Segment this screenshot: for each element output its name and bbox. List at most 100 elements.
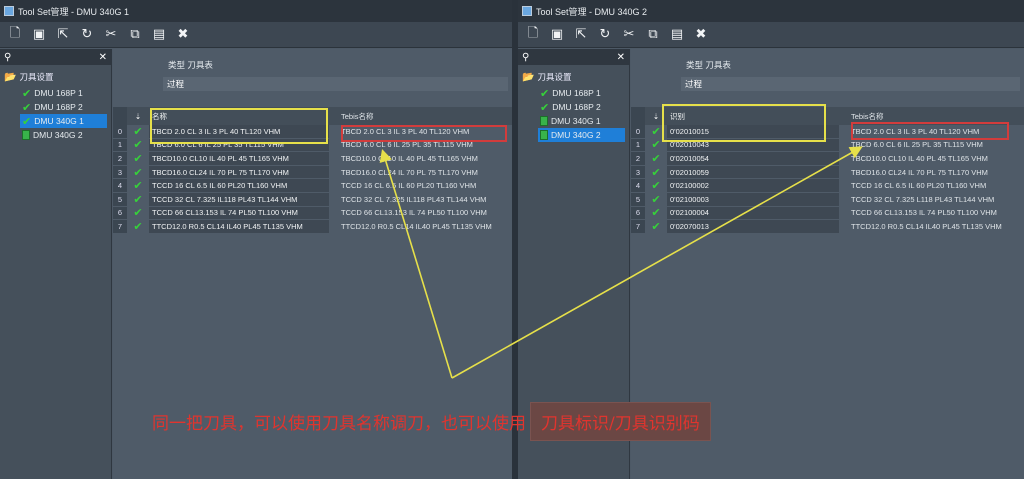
search-icon[interactable]: ⚲ bbox=[522, 52, 529, 63]
table-row[interactable]: 4 ✔ TCCD 16 CL 6.5 IL 60 PL20 TL160 VHM TCC… bbox=[113, 179, 512, 192]
meta-info: 类型 刀具表 bbox=[631, 49, 1024, 73]
app-icon bbox=[4, 6, 14, 16]
tree-item-dmu-168p-2[interactable]: ✔ DMU 168P 2 bbox=[20, 100, 107, 114]
save-icon[interactable]: ▣ bbox=[548, 26, 566, 44]
tree-item-dmu-168p-1[interactable]: ✔ DMU 168P 1 bbox=[20, 86, 107, 100]
tool-id: 0'02100003 bbox=[667, 192, 839, 206]
folder-icon: 📂 bbox=[4, 71, 17, 83]
row-index: 3 bbox=[113, 165, 127, 179]
tool-name: TCCD 32 CL 7.325 IL118 PL43 TL144 VHM bbox=[149, 192, 329, 206]
table-row[interactable]: 5 ✔ 0'02100003 TCCD 32 CL 7.325 L118 PL43 T… bbox=[631, 192, 1024, 206]
tree-item-label: DMU 168P 1 bbox=[552, 88, 601, 98]
table-row[interactable]: 7 ✔ TTCD12.0 R0.5 CL14 IL40 PL45 TL135 VHM… bbox=[113, 220, 512, 233]
tebis-name: TBCD16.0 CL24 IL 70 PL 75 TL170 VHM bbox=[341, 167, 478, 177]
check-icon: ✔ bbox=[651, 152, 661, 165]
paste-icon[interactable]: ▤ bbox=[668, 26, 686, 44]
tree-item-dmu-168p-1[interactable]: ✔ DMU 168P 1 bbox=[538, 86, 625, 100]
new-file-icon[interactable]: 🗋 bbox=[524, 26, 542, 44]
tree-item-label: DMU 340G 1 bbox=[34, 116, 84, 126]
table-row[interactable]: 2 ✔ TBCD10.0 CL10 IL 40 PL 45 TL165 VHM TBC… bbox=[113, 152, 512, 165]
tool-name: TTCD12.0 R0.5 CL14 IL40 PL45 TL135 VHM bbox=[149, 220, 329, 233]
table-row[interactable]: 3 ✔ TBCD16.0 CL24 IL 70 PL 75 TL170 VHM TBC… bbox=[113, 165, 512, 179]
delete-icon[interactable]: ✖ bbox=[174, 26, 192, 44]
row-index: 2 bbox=[113, 152, 127, 165]
tree-item-dmu-340g-2[interactable]: DMU 340G 2 bbox=[538, 128, 625, 142]
tree: 📂 刀具设置 ✔ DMU 168P 1 ✔ DMU 168P 2 DMU 340… bbox=[518, 65, 629, 148]
header-tebis-name[interactable]: Tebis名称 bbox=[329, 107, 512, 125]
table-row[interactable]: 7 ✔ 0'02070013 TTCD12.0 R0.5 CL14 IL40 PL45… bbox=[631, 220, 1024, 233]
copy-icon[interactable]: ⧉ bbox=[126, 26, 144, 44]
header-index bbox=[631, 107, 645, 125]
check-icon: ✔ bbox=[540, 100, 550, 114]
tool-name: TBCD10.0 CL10 IL 40 PL 45 TL165 VHM bbox=[149, 152, 329, 165]
tebis-name: TCCD 66 CL13.153 IL 74 PL50 TL100 VHM bbox=[851, 208, 997, 218]
caption-highlight: 刀具标识/刀具识别码 bbox=[530, 402, 711, 441]
export-icon[interactable]: ⇱ bbox=[572, 26, 590, 44]
annotation-caption: 同一把刀具，可以使用刀具名称调刀，也可以使用 刀具标识/刀具识别码 bbox=[152, 402, 711, 441]
row-index: 4 bbox=[113, 179, 127, 192]
refresh-icon[interactable]: ↻ bbox=[78, 26, 96, 44]
tool-name: TCCD 66 CL13.153 IL 74 PL50 TL100 VHM bbox=[149, 206, 329, 220]
tree-item-dmu-340g-1[interactable]: DMU 340G 1 bbox=[538, 114, 625, 128]
toolbar: 🗋 ▣ ⇱ ↻ ✂ ⧉ ▤ ✖ bbox=[0, 22, 512, 48]
table-row[interactable]: 6 ✔ 0'02100004 TCCD 66 CL13.153 IL 74 PL50 … bbox=[631, 206, 1024, 220]
tebis-name: TTCD12.0 R0.5 CL14 IL40 PL45 TL135 VHM bbox=[851, 221, 1002, 231]
tool-id: 0'02010059 bbox=[667, 165, 839, 179]
tebis-name: TBCD10.0 CL10 IL 40 PL 45 TL165 VHM bbox=[341, 153, 478, 163]
check-icon: ✔ bbox=[133, 220, 143, 233]
close-icon[interactable]: ✕ bbox=[99, 52, 107, 63]
check-icon: ✔ bbox=[651, 179, 661, 192]
table-row[interactable]: 5 ✔ TCCD 32 CL 7.325 IL118 PL43 TL144 VHM T… bbox=[113, 192, 512, 206]
table-row[interactable]: 4 ✔ 0'02100002 TCCD 16 CL 6.5 IL 60 PL20 TL… bbox=[631, 179, 1024, 192]
tree-item-dmu-168p-2[interactable]: ✔ DMU 168P 2 bbox=[538, 100, 625, 114]
row-index: 0 bbox=[631, 125, 645, 138]
paste-icon[interactable]: ▤ bbox=[150, 26, 168, 44]
row-index: 7 bbox=[113, 220, 127, 233]
tree-root-label: 刀具设置 bbox=[537, 72, 572, 82]
filter-field[interactable]: 过程 bbox=[163, 77, 508, 91]
table-row[interactable]: 2 ✔ 0'02010054 TBCD10.0 CL10 IL 40 PL 45 TL… bbox=[631, 152, 1024, 165]
tree-item-dmu-340g-1[interactable]: ✔ DMU 340G 1 bbox=[20, 114, 107, 128]
copy-icon[interactable]: ⧉ bbox=[644, 26, 662, 44]
save-icon[interactable]: ▣ bbox=[30, 26, 48, 44]
check-icon: ✔ bbox=[651, 165, 661, 179]
tebis-name: TCCD 32 CL 7.325 IL118 PL43 TL144 VHM bbox=[341, 194, 487, 204]
row-index: 6 bbox=[631, 206, 645, 220]
header-index bbox=[113, 107, 127, 125]
close-icon[interactable]: ✕ bbox=[617, 52, 625, 63]
refresh-icon[interactable]: ↻ bbox=[596, 26, 614, 44]
tree-item-label: DMU 340G 1 bbox=[551, 116, 601, 126]
search-bar[interactable]: ⚲ ✕ bbox=[518, 49, 629, 65]
check-icon: ✔ bbox=[133, 138, 143, 152]
header-sort-icon[interactable]: ⇣ bbox=[127, 107, 149, 125]
check-icon: ✔ bbox=[651, 206, 661, 220]
table-row[interactable]: 3 ✔ 0'02010059 TBCD16.0 CL24 IL 70 PL 75 TL… bbox=[631, 165, 1024, 179]
toolset-icon bbox=[22, 130, 30, 140]
tool-name: TBCD16.0 CL24 IL 70 PL 75 TL170 VHM bbox=[149, 165, 329, 179]
check-icon: ✔ bbox=[22, 114, 32, 128]
cut-icon[interactable]: ✂ bbox=[620, 26, 638, 44]
row-index: 0 bbox=[113, 125, 127, 138]
tree-root-label: 刀具设置 bbox=[19, 72, 54, 82]
cut-icon[interactable]: ✂ bbox=[102, 26, 120, 44]
search-icon[interactable]: ⚲ bbox=[4, 52, 11, 63]
tree-root[interactable]: 📂 刀具设置 bbox=[4, 71, 107, 83]
check-icon: ✔ bbox=[22, 100, 32, 114]
delete-icon[interactable]: ✖ bbox=[692, 26, 710, 44]
check-icon: ✔ bbox=[22, 86, 32, 100]
new-file-icon[interactable]: 🗋 bbox=[6, 26, 24, 44]
tree-item-label: DMU 340G 2 bbox=[551, 130, 601, 140]
tree-item-label: DMU 340G 2 bbox=[33, 130, 83, 140]
check-icon: ✔ bbox=[540, 86, 550, 100]
filter-field[interactable]: 过程 bbox=[681, 77, 1020, 91]
highlight-tebis-name bbox=[341, 125, 507, 142]
table-row[interactable]: 6 ✔ TCCD 66 CL13.153 IL 74 PL50 TL100 VHM T… bbox=[113, 206, 512, 220]
tool-id: 0'02100002 bbox=[667, 179, 839, 192]
tree-item-dmu-340g-2[interactable]: DMU 340G 2 bbox=[20, 128, 107, 142]
export-icon[interactable]: ⇱ bbox=[54, 26, 72, 44]
tebis-name: TCCD 16 CL 6.5 IL 60 PL20 TL160 VHM bbox=[851, 181, 987, 191]
tree-root[interactable]: 📂 刀具设置 bbox=[522, 71, 625, 83]
row-index: 4 bbox=[631, 179, 645, 192]
search-bar[interactable]: ⚲ ✕ bbox=[0, 49, 111, 65]
highlight-tebis-name bbox=[851, 122, 1009, 140]
